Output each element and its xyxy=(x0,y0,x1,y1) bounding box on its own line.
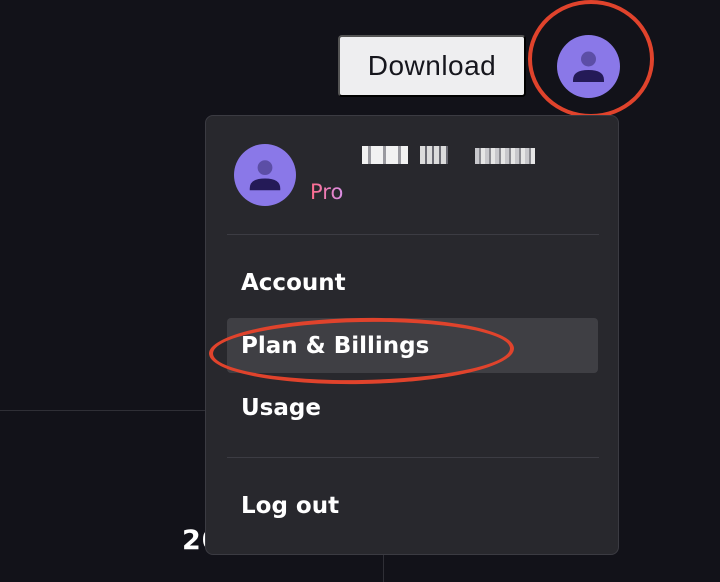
redacted-username xyxy=(310,146,540,164)
annotation-circle-avatar xyxy=(528,0,654,118)
menu-divider xyxy=(227,234,599,235)
menu-divider xyxy=(227,457,599,458)
menu-item-account[interactable]: Account xyxy=(227,255,598,310)
download-button[interactable]: Download xyxy=(338,35,526,97)
plan-badge: Pro xyxy=(310,180,344,204)
page-divider-horizontal xyxy=(0,410,210,411)
menu-item-usage[interactable]: Usage xyxy=(227,380,598,435)
redaction-mark xyxy=(420,146,448,164)
menu-avatar-svg xyxy=(234,144,296,206)
redaction-mark xyxy=(362,146,408,164)
menu-item-log-out[interactable]: Log out xyxy=(227,478,598,533)
redaction-mark xyxy=(475,148,535,164)
menu-avatar-icon xyxy=(234,144,296,206)
page-divider-vertical xyxy=(383,552,384,582)
